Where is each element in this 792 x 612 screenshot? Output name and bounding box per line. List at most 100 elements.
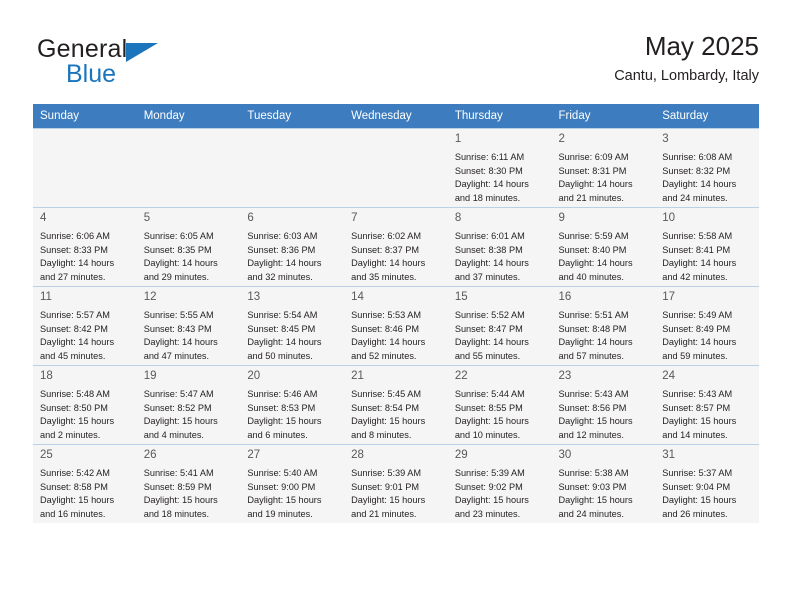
calendar-day-cell[interactable]: 7 Sunrise: 6:02 AM Sunset: 8:37 PM Daylig… <box>344 207 448 287</box>
calendar-day-cell[interactable]: 1 Sunrise: 6:11 AM Sunset: 8:30 PM Daylig… <box>447 128 552 208</box>
weekday-header-row: Sunday Monday Tuesday Wednesday Thursday… <box>33 104 759 129</box>
logo-triangle-icon <box>126 43 158 62</box>
calendar-day-cell-inner <box>33 129 137 151</box>
calendar-day-number: 19 <box>143 370 157 382</box>
calendar-day-cell[interactable]: 19 Sunrise: 5:47 AM Sunset: 8:52 PM Dayli… <box>136 365 241 445</box>
calendar-day-number: 15 <box>454 291 468 303</box>
calendar-day-sun-info: Sunrise: 5:46 AM Sunset: 8:53 PM Dayligh… <box>247 389 322 440</box>
calendar-day-cell-inner: 4 Sunrise: 6:06 AM Sunset: 8:33 PM Daylig… <box>33 208 137 284</box>
calendar-day-cell[interactable]: 30 Sunrise: 5:38 AM Sunset: 9:03 PM Dayli… <box>551 444 656 523</box>
calendar-day-number: 29 <box>454 449 468 461</box>
calendar-day-cell[interactable]: 20 Sunrise: 5:46 AM Sunset: 8:53 PM Dayli… <box>240 365 345 445</box>
calendar-day-cell-inner <box>137 129 241 151</box>
calendar-day-cell-inner: 3 Sunrise: 6:08 AM Sunset: 8:32 PM Daylig… <box>655 129 759 205</box>
calendar-day-sun-info: Sunrise: 5:44 AM Sunset: 8:55 PM Dayligh… <box>454 389 529 440</box>
calendar-day-cell-inner: 30 Sunrise: 5:38 AM Sunset: 9:03 PM Dayli… <box>552 445 656 521</box>
calendar-day-sun-info: Sunrise: 5:58 AM Sunset: 8:41 PM Dayligh… <box>662 231 737 282</box>
calendar-day-sun-info: Sunrise: 5:52 AM Sunset: 8:47 PM Dayligh… <box>454 310 529 361</box>
calendar-day-cell-inner: 27 Sunrise: 5:40 AM Sunset: 9:00 PM Dayli… <box>240 445 344 521</box>
calendar-day-number: 14 <box>351 291 364 303</box>
calendar-day-cell[interactable]: 18 Sunrise: 5:48 AM Sunset: 8:50 PM Dayli… <box>33 365 137 445</box>
calendar-day-cell-inner: 26 Sunrise: 5:41 AM Sunset: 8:59 PM Dayli… <box>137 445 241 521</box>
calendar-day-sun-info: Sunrise: 5:39 AM Sunset: 9:01 PM Dayligh… <box>351 468 426 519</box>
calendar-day-sun-info: Sunrise: 5:41 AM Sunset: 8:59 PM Dayligh… <box>143 468 218 519</box>
calendar-day-cell-inner: 11 Sunrise: 5:57 AM Sunset: 8:42 PM Dayli… <box>33 287 137 363</box>
calendar-day-number: 13 <box>247 291 261 303</box>
calendar-day-sun-info: Sunrise: 6:09 AM Sunset: 8:31 PM Dayligh… <box>558 152 633 203</box>
general-blue-logo[interactable]: General Blue <box>37 35 267 91</box>
calendar-day-cell-empty <box>240 128 345 208</box>
calendar-day-cell[interactable]: 5 Sunrise: 6:05 AM Sunset: 8:35 PM Daylig… <box>136 207 241 287</box>
calendar-day-cell-empty <box>33 128 137 208</box>
calendar-day-cell[interactable]: 25 Sunrise: 5:42 AM Sunset: 8:58 PM Dayli… <box>33 444 137 523</box>
calendar-day-cell-inner: 17 Sunrise: 5:49 AM Sunset: 8:49 PM Dayli… <box>655 287 759 363</box>
calendar-day-cell-inner: 29 Sunrise: 5:39 AM Sunset: 9:02 PM Dayli… <box>448 445 552 521</box>
title-block: May 2025 Cantu, Lombardy, Italy <box>614 30 759 87</box>
calendar-day-cell[interactable]: 2 Sunrise: 6:09 AM Sunset: 8:31 PM Daylig… <box>551 128 656 208</box>
calendar-day-cell-inner: 18 Sunrise: 5:48 AM Sunset: 8:50 PM Dayli… <box>33 366 137 442</box>
calendar-table: Sunday Monday Tuesday Wednesday Thursday… <box>33 104 759 523</box>
calendar-day-cell[interactable]: 9 Sunrise: 5:59 AM Sunset: 8:40 PM Daylig… <box>551 207 656 287</box>
calendar-day-cell[interactable]: 29 Sunrise: 5:39 AM Sunset: 9:02 PM Dayli… <box>447 444 552 523</box>
calendar-day-cell[interactable]: 4 Sunrise: 6:06 AM Sunset: 8:33 PM Daylig… <box>33 207 137 287</box>
calendar-day-sun-info: Sunrise: 6:05 AM Sunset: 8:35 PM Dayligh… <box>143 231 218 282</box>
calendar-day-cell-inner: 6 Sunrise: 6:03 AM Sunset: 8:36 PM Daylig… <box>240 208 344 284</box>
calendar-day-cell[interactable]: 28 Sunrise: 5:39 AM Sunset: 9:01 PM Dayli… <box>344 444 448 523</box>
calendar-day-number: 17 <box>662 291 676 303</box>
calendar-day-cell-inner: 9 Sunrise: 5:59 AM Sunset: 8:40 PM Daylig… <box>552 208 656 284</box>
calendar-day-cell[interactable]: 11 Sunrise: 5:57 AM Sunset: 8:42 PM Dayli… <box>33 286 137 366</box>
calendar-day-sun-info: Sunrise: 5:48 AM Sunset: 8:50 PM Dayligh… <box>40 389 115 440</box>
calendar-day-cell[interactable]: 15 Sunrise: 5:52 AM Sunset: 8:47 PM Dayli… <box>447 286 552 366</box>
calendar-day-cell[interactable]: 10 Sunrise: 5:58 AM Sunset: 8:41 PM Dayli… <box>655 207 759 287</box>
calendar-day-cell[interactable]: 3 Sunrise: 6:08 AM Sunset: 8:32 PM Daylig… <box>655 128 759 208</box>
calendar-day-cell-inner: 20 Sunrise: 5:46 AM Sunset: 8:53 PM Dayli… <box>240 366 344 442</box>
calendar-day-sun-info: Sunrise: 5:37 AM Sunset: 9:04 PM Dayligh… <box>662 468 737 519</box>
calendar-day-cell-inner: 28 Sunrise: 5:39 AM Sunset: 9:01 PM Dayli… <box>344 445 448 521</box>
calendar-day-cell[interactable]: 13 Sunrise: 5:54 AM Sunset: 8:45 PM Dayli… <box>240 286 345 366</box>
weekday-header-monday: Monday <box>136 104 241 129</box>
calendar-day-cell-inner: 15 Sunrise: 5:52 AM Sunset: 8:47 PM Dayli… <box>448 287 552 363</box>
calendar-day-cell[interactable]: 12 Sunrise: 5:55 AM Sunset: 8:43 PM Dayli… <box>136 286 241 366</box>
calendar-day-cell[interactable]: 24 Sunrise: 5:43 AM Sunset: 8:57 PM Dayli… <box>655 365 759 445</box>
calendar-day-cell[interactable]: 6 Sunrise: 6:03 AM Sunset: 8:36 PM Daylig… <box>240 207 345 287</box>
calendar-day-cell-inner: 5 Sunrise: 6:05 AM Sunset: 8:35 PM Daylig… <box>137 208 241 284</box>
calendar-day-sun-info: Sunrise: 5:38 AM Sunset: 9:03 PM Dayligh… <box>558 468 633 519</box>
calendar-day-cell[interactable]: 14 Sunrise: 5:53 AM Sunset: 8:46 PM Dayli… <box>344 286 448 366</box>
page-header: General Blue May 2025 Cantu, Lombardy, I… <box>33 30 759 96</box>
calendar-day-sun-info: Sunrise: 5:59 AM Sunset: 8:40 PM Dayligh… <box>558 231 633 282</box>
calendar-day-cell[interactable]: 22 Sunrise: 5:44 AM Sunset: 8:55 PM Dayli… <box>447 365 552 445</box>
calendar-day-cell-inner: 31 Sunrise: 5:37 AM Sunset: 9:04 PM Dayli… <box>655 445 759 521</box>
logo-text-blue: Blue <box>66 60 117 88</box>
calendar-day-cell[interactable]: 8 Sunrise: 6:01 AM Sunset: 8:38 PM Daylig… <box>447 207 552 287</box>
calendar-day-number: 23 <box>558 370 572 382</box>
calendar-day-cell-inner: 19 Sunrise: 5:47 AM Sunset: 8:52 PM Dayli… <box>137 366 241 442</box>
calendar-day-cell[interactable]: 21 Sunrise: 5:45 AM Sunset: 8:54 PM Dayli… <box>344 365 448 445</box>
calendar-day-number: 11 <box>40 291 52 303</box>
calendar-day-cell-inner: 10 Sunrise: 5:58 AM Sunset: 8:41 PM Dayli… <box>655 208 759 284</box>
calendar-day-number: 16 <box>558 291 572 303</box>
calendar-day-number: 22 <box>454 370 468 382</box>
calendar-page: General Blue May 2025 Cantu, Lombardy, I… <box>0 0 792 612</box>
calendar-day-number: 30 <box>558 449 572 461</box>
calendar-day-sun-info: Sunrise: 6:02 AM Sunset: 8:37 PM Dayligh… <box>351 231 426 282</box>
calendar-day-sun-info: Sunrise: 5:54 AM Sunset: 8:45 PM Dayligh… <box>247 310 322 361</box>
calendar-week-row: 11 Sunrise: 5:57 AM Sunset: 8:42 PM Dayli… <box>33 286 759 366</box>
calendar-day-number: 4 <box>40 212 47 224</box>
calendar-day-number: 5 <box>143 212 151 224</box>
calendar-day-number: 7 <box>351 212 358 224</box>
calendar-day-cell[interactable]: 26 Sunrise: 5:41 AM Sunset: 8:59 PM Dayli… <box>136 444 241 523</box>
calendar-day-cell[interactable]: 23 Sunrise: 5:43 AM Sunset: 8:56 PM Dayli… <box>551 365 656 445</box>
calendar-day-cell[interactable]: 17 Sunrise: 5:49 AM Sunset: 8:49 PM Dayli… <box>655 286 759 366</box>
calendar-day-cell-inner: 24 Sunrise: 5:43 AM Sunset: 8:57 PM Dayli… <box>655 366 759 442</box>
calendar-day-sun-info: Sunrise: 5:42 AM Sunset: 8:58 PM Dayligh… <box>40 468 115 519</box>
calendar-day-cell[interactable]: 31 Sunrise: 5:37 AM Sunset: 9:04 PM Dayli… <box>655 444 759 523</box>
calendar-day-cell-inner: 8 Sunrise: 6:01 AM Sunset: 8:38 PM Daylig… <box>448 208 552 284</box>
calendar-day-number: 1 <box>454 133 462 145</box>
calendar-day-number: 3 <box>662 133 669 145</box>
weekday-header-wednesday: Wednesday <box>344 104 448 129</box>
calendar-day-sun-info: Sunrise: 6:11 AM Sunset: 8:30 PM Dayligh… <box>454 152 529 203</box>
calendar-day-sun-info: Sunrise: 6:08 AM Sunset: 8:32 PM Dayligh… <box>662 152 737 203</box>
calendar-day-cell[interactable]: 16 Sunrise: 5:51 AM Sunset: 8:48 PM Dayli… <box>551 286 656 366</box>
calendar-day-cell[interactable]: 27 Sunrise: 5:40 AM Sunset: 9:00 PM Dayli… <box>240 444 345 523</box>
calendar-day-number: 2 <box>558 133 565 145</box>
